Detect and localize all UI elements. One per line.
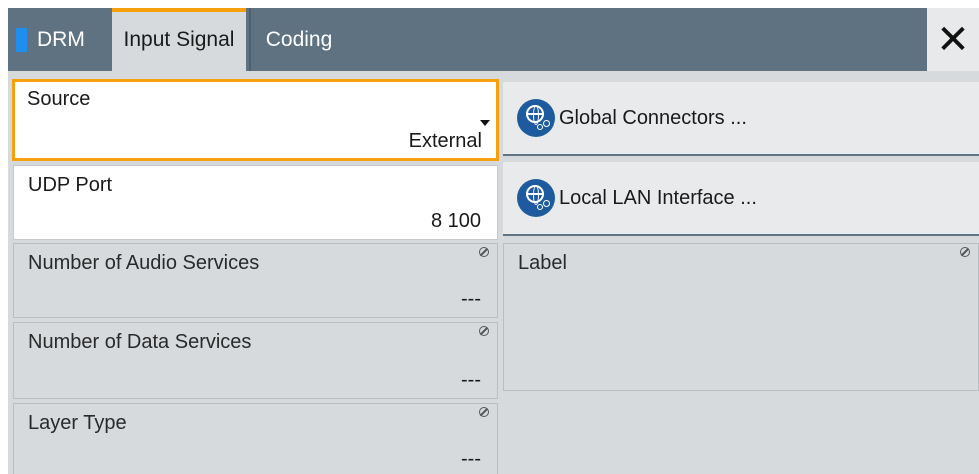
tab-coding-label: Coding <box>265 27 333 51</box>
active-tab-indicator <box>112 8 246 12</box>
close-icon: ✕ <box>936 16 970 63</box>
tab-bar: DRM Input Signal Coding ✕ <box>8 8 979 71</box>
drm-marker-icon <box>16 27 27 52</box>
source-dropdown[interactable]: Source External <box>12 79 499 161</box>
data-services-value: --- <box>461 369 481 391</box>
layer-type-value: --- <box>461 448 481 470</box>
global-connectors-button[interactable]: Global Connectors ... <box>503 82 979 156</box>
tab-input-signal[interactable]: Input Signal <box>112 8 246 71</box>
audio-services-field: Number of Audio Services --- <box>13 243 498 318</box>
audio-services-label: Number of Audio Services <box>28 252 260 274</box>
tab-drm[interactable]: DRM <box>8 8 104 71</box>
read-only-icon <box>479 407 489 417</box>
tab-input-signal-label: Input Signal <box>123 27 235 51</box>
local-lan-label: Local LAN Interface ... <box>559 186 757 209</box>
source-value: External <box>408 130 482 152</box>
globe-settings-icon <box>517 99 555 137</box>
data-services-label: Number of Data Services <box>28 331 252 353</box>
source-label: Source <box>27 88 91 110</box>
udp-port-value: 8 100 <box>430 210 481 232</box>
close-button[interactable]: ✕ <box>927 8 979 71</box>
local-lan-button[interactable]: Local LAN Interface ... <box>503 162 979 236</box>
audio-services-value: --- <box>461 288 481 310</box>
udp-port-field[interactable]: UDP Port 8 100 <box>13 165 498 240</box>
tab-drm-label: DRM <box>37 27 85 51</box>
udp-port-label: UDP Port <box>28 174 113 196</box>
label-field: Label <box>503 243 979 391</box>
layer-type-field: Layer Type --- <box>13 403 498 474</box>
global-connectors-label: Global Connectors ... <box>559 106 747 129</box>
tab-coding[interactable]: Coding <box>249 8 347 71</box>
label-label: Label <box>518 252 567 274</box>
read-only-icon <box>479 326 489 336</box>
layer-type-label: Layer Type <box>28 412 127 434</box>
read-only-icon <box>960 247 970 257</box>
read-only-icon <box>479 247 489 257</box>
data-services-field: Number of Data Services --- <box>13 322 498 399</box>
globe-settings-icon <box>517 179 555 217</box>
chevron-down-icon <box>480 120 490 126</box>
